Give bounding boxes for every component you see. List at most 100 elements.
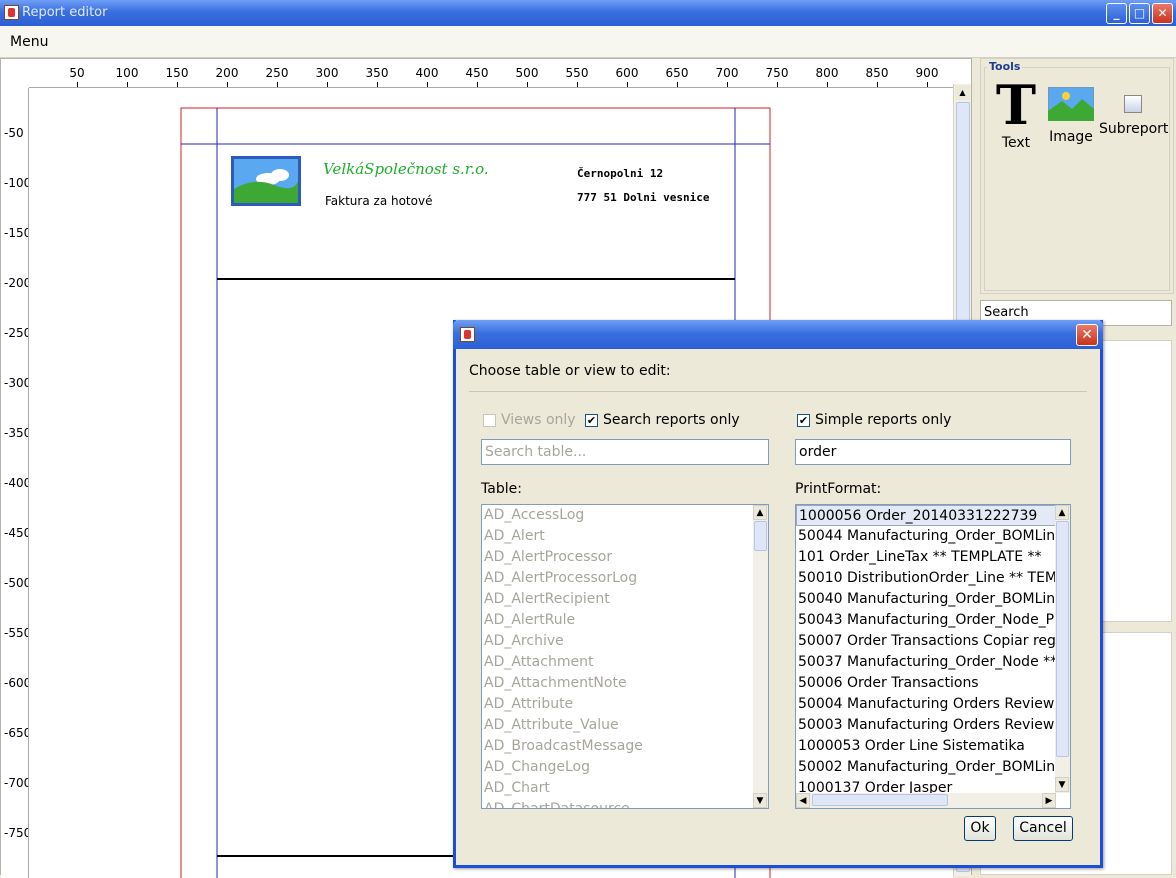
table-list-item[interactable]: AD_Attribute	[482, 694, 768, 715]
image-tool[interactable]: Image	[1045, 86, 1097, 145]
printformat-list-item[interactable]: 50037 Manufacturing_Order_Node ** TE	[796, 652, 1070, 673]
ruler-tick	[377, 82, 378, 87]
cancel-button[interactable]: Cancel	[1013, 816, 1073, 841]
scrollbar-thumb[interactable]	[812, 794, 948, 806]
scrollbar-thumb[interactable]	[754, 521, 767, 551]
table-list-item[interactable]: AD_AlertRecipient	[482, 589, 768, 610]
simple-reports-only-checkbox[interactable]: ✔	[797, 414, 810, 427]
ruler-tick-label: 250	[265, 66, 289, 80]
ruler-tick	[927, 82, 928, 87]
maximize-button[interactable]: □	[1129, 3, 1150, 24]
table-list-item[interactable]: AD_ChangeLog	[482, 757, 768, 778]
printformat-list-item[interactable]: 50007 Order Transactions Copiar registr	[796, 631, 1070, 652]
table-list-item[interactable]: AD_Attachment	[482, 652, 768, 673]
scroll-right-arrow-icon[interactable]: ▶	[1042, 793, 1056, 808]
menu-item[interactable]: Menu	[10, 34, 48, 50]
text-tool[interactable]: T Text	[991, 78, 1041, 151]
printformat-list-item[interactable]: 50010 DistributionOrder_Line ** TEMPLA	[796, 568, 1070, 589]
table-list-item[interactable]: AD_Chart	[482, 778, 768, 799]
vertical-ruler: -50 -100 -150 -200 -250 -300 -350 -400 -450 -500 -…	[1, 88, 29, 878]
scroll-up-arrow-icon[interactable]: ▲	[955, 85, 970, 100]
table-list-item[interactable]: AD_AlertProcessorLog	[482, 568, 768, 589]
scroll-down-arrow-icon[interactable]: ▼	[1055, 777, 1069, 792]
scroll-left-arrow-icon[interactable]: ◀	[796, 793, 810, 808]
address-line-2[interactable]: 777 51 Dolni vesnice	[577, 191, 709, 204]
ruler-tick	[277, 82, 278, 87]
table-list-item[interactable]: AD_BroadcastMessage	[482, 736, 768, 757]
views-only-label: Views only	[501, 412, 576, 428]
minimize-button[interactable]: _	[1106, 3, 1127, 24]
scrollbar-thumb[interactable]	[1056, 521, 1069, 757]
company-name-text[interactable]: VelkáSpolečnost s.r.o.	[323, 160, 489, 178]
printformat-list[interactable]: 1000056 Order_20140331222739 50044 Manufa…	[795, 504, 1071, 809]
dialog-separator	[469, 391, 1087, 392]
printformat-list-hscrollbar[interactable]: ◀ ▶	[796, 793, 1056, 808]
printformat-list-item[interactable]: 50044 Manufacturing_Order_BOMLine_P	[796, 526, 1070, 547]
search-printformat-input[interactable]: order	[795, 439, 1071, 465]
dialog-prompt: Choose table or view to edit:	[469, 363, 671, 379]
address-line-1[interactable]: Černopolni 12	[577, 167, 663, 180]
subreport-tool[interactable]: Subreport	[1099, 95, 1168, 137]
image-tool-label: Image	[1049, 129, 1093, 145]
printformat-list-item[interactable]: 50043 Manufacturing_Order_Node_Prod	[796, 610, 1070, 631]
ruler-tick	[427, 82, 428, 87]
ruler-tick-label: 800	[815, 66, 839, 80]
ok-button[interactable]: Ok	[964, 816, 996, 841]
scroll-up-arrow-icon[interactable]: ▲	[1055, 505, 1069, 520]
dialog-title-bar: ✕	[453, 320, 1103, 349]
table-list-item[interactable]: AD_AlertProcessor	[482, 547, 768, 568]
ruler-tick	[77, 82, 78, 87]
check-icon: ✔	[798, 414, 809, 427]
close-icon: ✕	[1081, 327, 1093, 343]
ruler-tick-label: 550	[565, 66, 589, 80]
printformat-list-item[interactable]: 1000053 Order Line Sistematika	[796, 736, 1070, 757]
search-reports-only-checkbox[interactable]: ✔	[585, 414, 598, 427]
close-window-button[interactable]: ✕	[1152, 3, 1173, 24]
invoice-subtitle-text[interactable]: Faktura za hotové	[325, 194, 432, 208]
table-list-scrollbar[interactable]: ▲ ▼	[753, 505, 768, 808]
ruler-tick	[227, 82, 228, 87]
window-title-bar: Report editor _ □ ✕	[0, 0, 1176, 26]
ruler-tick	[727, 82, 728, 87]
printformat-list-item[interactable]: 101 Order_LineTax ** TEMPLATE **	[796, 547, 1070, 568]
views-only-checkbox[interactable]	[483, 414, 496, 427]
company-logo-image[interactable]	[231, 156, 301, 206]
table-list-item[interactable]: AD_AccessLog	[482, 505, 768, 526]
printformat-list-vscrollbar[interactable]: ▲ ▼	[1055, 505, 1070, 793]
printformat-list-item[interactable]: 50002 Manufacturing_Order_BOMLine **	[796, 757, 1070, 778]
ruler-tick-label: -600	[4, 676, 29, 690]
ruler-tick	[477, 82, 478, 87]
search-table-input[interactable]: Search table...	[481, 439, 769, 465]
ruler-tick-label: 300	[315, 66, 339, 80]
search-reports-only-label: Search reports only	[603, 412, 740, 428]
ruler-tick-label: 700	[715, 66, 739, 80]
ruler-tick-label: -300	[4, 376, 29, 390]
printformat-list-item[interactable]: 50004 Manufacturing Orders Review Co	[796, 694, 1070, 715]
maximize-icon: □	[1133, 6, 1146, 20]
scroll-down-arrow-icon[interactable]: ▼	[753, 793, 767, 808]
ruler-tick	[527, 82, 528, 87]
ruler-tick-label: -100	[4, 176, 29, 190]
printformat-list-item[interactable]: 50006 Order Transactions	[796, 673, 1070, 694]
ruler-tick-label: -700	[4, 776, 29, 790]
ruler-tick	[827, 82, 828, 87]
ruler-tick-label: -500	[4, 576, 29, 590]
ruler-tick-label: -350	[4, 426, 29, 440]
ruler-tick-label: -50	[4, 126, 24, 140]
ruler-tick-label: -150	[4, 226, 29, 240]
table-list-item[interactable]: AD_Archive	[482, 631, 768, 652]
table-list-item[interactable]: AD_ChartDatasource	[482, 799, 768, 808]
printformat-list-item[interactable]: 50040 Manufacturing_Order_BOMLine_C	[796, 589, 1070, 610]
scroll-up-arrow-icon[interactable]: ▲	[753, 505, 767, 520]
table-list-item[interactable]: AD_Alert	[482, 526, 768, 547]
ruler-tick-label: 350	[365, 66, 389, 80]
ruler-tick-label: 600	[615, 66, 639, 80]
table-list[interactable]: AD_AccessLog AD_Alert AD_AlertProcessor AD_…	[481, 504, 769, 809]
table-list-item[interactable]: AD_AttachmentNote	[482, 673, 768, 694]
table-list-item[interactable]: AD_AlertRule	[482, 610, 768, 631]
table-list-item[interactable]: AD_Attribute_Value	[482, 715, 768, 736]
printformat-list-item[interactable]: 50003 Manufacturing Orders Review	[796, 715, 1070, 736]
ruler-tick-label: -200	[4, 276, 29, 290]
printformat-list-item[interactable]: 1000056 Order_20140331222739	[796, 505, 1056, 526]
dialog-close-button[interactable]: ✕	[1076, 324, 1098, 346]
